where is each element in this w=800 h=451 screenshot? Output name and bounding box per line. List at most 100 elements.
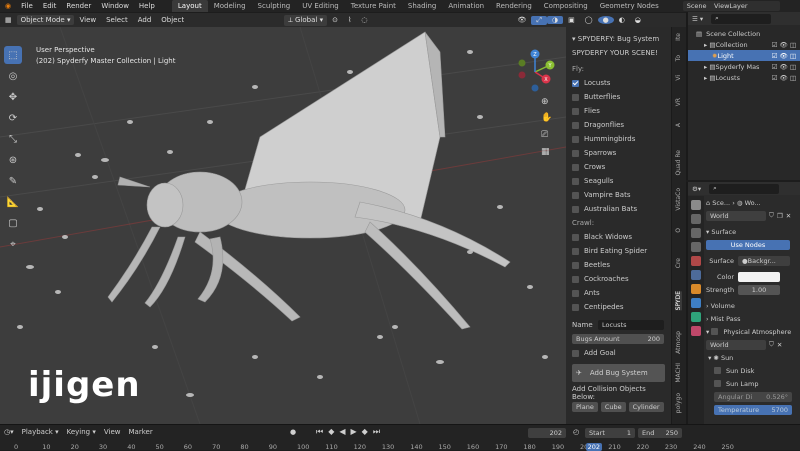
add-cube-icon[interactable]: ▢ [4, 214, 22, 232]
3d-viewport[interactable]: User Perspective (202) Spyderfy Master C… [0, 27, 566, 424]
surface-panel-header[interactable]: ▾ Surface [706, 225, 800, 238]
crawl-item[interactable]: Cockroaches [566, 272, 671, 286]
modifier-tab-icon[interactable] [691, 298, 701, 308]
outliner-row[interactable]: ▸ ▤ Spyderfy Mas ☑ 👁 ◫ [688, 61, 800, 72]
eyedropper-icon[interactable]: ⌖ [4, 235, 22, 253]
menu-add[interactable]: Add [133, 16, 157, 24]
shading-wireframe-icon[interactable]: ◯ [580, 16, 598, 24]
temperature-field[interactable]: Temperature 5700 [714, 404, 792, 415]
crawl-checkbox[interactable] [572, 303, 579, 311]
tool-tab-icon[interactable] [691, 200, 701, 210]
cursor-icon[interactable]: ◎ [4, 67, 22, 85]
fly-checkbox[interactable] [572, 177, 579, 185]
properties-type-icon[interactable]: ⚙▾ [692, 185, 701, 193]
fly-checkbox[interactable] [572, 205, 579, 213]
add-goal-row[interactable]: Add Goal [566, 346, 671, 360]
bugs-amount-field[interactable]: Bugs Amount 200 [572, 334, 664, 344]
timeline-editor-icon[interactable]: ◷▾ [4, 428, 14, 436]
sidebar-tab[interactable]: A [675, 123, 682, 127]
fly-item[interactable]: Flies [566, 104, 671, 118]
menu-select[interactable]: Select [101, 16, 133, 24]
visibility-toggles-icon[interactable]: ☑ 👁 ◫ [772, 63, 800, 71]
blender-logo-icon[interactable]: ◉ [0, 2, 16, 10]
fly-checkbox[interactable] [572, 191, 579, 199]
menu-window[interactable]: Window [96, 2, 134, 10]
gizmo-toggle-icon[interactable]: ⤢ [531, 15, 547, 25]
next-key-icon[interactable]: ◆ [362, 427, 368, 437]
add-goal-checkbox[interactable] [572, 349, 579, 357]
tab-texture-paint[interactable]: Texture Paint [345, 0, 402, 12]
outliner-row[interactable]: ✹ Light ☑ 👁 ◫ [688, 50, 800, 61]
menu-timeline-view[interactable]: View [104, 428, 121, 436]
surface-shader-field[interactable]: ● Backgr... [738, 255, 790, 266]
world-tab-icon[interactable] [691, 270, 701, 280]
sun-subpanel-header[interactable]: ▾ ✺ Sun [706, 351, 800, 364]
fly-item[interactable]: Crows [566, 160, 671, 174]
transform-icon[interactable]: ⊛ [4, 151, 22, 169]
sidebar-tab[interactable]: O [675, 228, 682, 233]
fly-item[interactable]: Seagulls [566, 174, 671, 188]
shading-material-icon[interactable]: ◐ [614, 16, 630, 24]
mist-pass-panel-header[interactable]: › Mist Pass [706, 312, 800, 325]
play-icon[interactable]: ▶ [351, 427, 357, 437]
jump-end-icon[interactable]: ⏭ [373, 427, 380, 437]
shield-icon[interactable]: ⛉ [769, 211, 774, 220]
duplicate-icon[interactable]: ❐ [777, 212, 783, 220]
menu-file[interactable]: File [16, 2, 38, 10]
crawl-item[interactable]: Ants [566, 286, 671, 300]
visibility-toggles-icon[interactable]: ☑ 👁 ◫ [772, 74, 800, 82]
sidebar-tab[interactable]: Cre [675, 258, 682, 268]
sidebar-tab[interactable]: Vi [675, 75, 682, 81]
fly-item[interactable]: Sparrows [566, 146, 671, 160]
record-icon[interactable]: ● [290, 428, 296, 436]
physics-tab-icon[interactable] [691, 312, 701, 322]
proportional-edit-icon[interactable]: ◌ [356, 16, 372, 24]
annotate-icon[interactable]: ✎ [4, 172, 22, 190]
fly-checkbox[interactable] [572, 135, 579, 143]
crawl-checkbox[interactable] [572, 247, 579, 255]
render-tab-icon[interactable] [691, 214, 701, 224]
snap-icon[interactable]: ⌇ [343, 16, 356, 24]
close-icon[interactable]: ✕ [777, 341, 782, 349]
tab-sculpting[interactable]: Sculpting [252, 0, 297, 12]
world-selector[interactable]: World [706, 210, 766, 221]
sidebar-tab[interactable]: polygo [675, 393, 682, 413]
object-mode-dropdown[interactable]: Object Mode ▾ [16, 15, 75, 25]
add-bug-system-button[interactable]: ✈ Add Bug System [572, 364, 665, 382]
scene-tab-icon[interactable] [691, 256, 701, 266]
fly-checkbox[interactable] [572, 121, 579, 129]
tab-geometry-nodes[interactable]: Geometry Nodes [594, 0, 665, 12]
fly-checkbox[interactable] [572, 107, 579, 115]
properties-search-input[interactable]: ⌕ [709, 183, 780, 194]
clock-icon[interactable]: ◴ [573, 428, 579, 436]
strength-field[interactable]: 1.00 [738, 284, 780, 295]
select-box-icon[interactable]: ⬚ [4, 46, 22, 64]
sidebar-tab[interactable]: MACHI [675, 363, 682, 383]
tab-layout[interactable]: Layout [171, 0, 208, 12]
start-frame-field[interactable]: Start 1 [585, 428, 635, 438]
collision-cylinder-button[interactable]: Cylinder [628, 402, 664, 412]
visibility-toggles-icon[interactable]: ☑ 👁 ◫ [772, 41, 800, 49]
angular-diameter-field[interactable]: Angular Di 0.526° [714, 391, 792, 402]
menu-help[interactable]: Help [134, 2, 160, 10]
tab-animation[interactable]: Animation [442, 0, 490, 12]
crawl-item[interactable]: Beetles [566, 258, 671, 272]
crawl-item[interactable]: Bird Eating Spider [566, 244, 671, 258]
sidebar-tab[interactable]: Quad Re [675, 150, 682, 176]
sun-disk-row[interactable]: Sun Disk [706, 364, 800, 377]
sidebar-tab[interactable]: Atmosp [675, 331, 682, 354]
measure-icon[interactable]: 📐 [4, 193, 22, 211]
tab-modeling[interactable]: Modeling [208, 0, 252, 12]
pivot-icon[interactable]: ⊙ [327, 16, 343, 24]
menu-marker[interactable]: Marker [129, 428, 153, 436]
fly-item[interactable]: Vampire Bats [566, 188, 671, 202]
physical-atmosphere-panel-header[interactable]: ▾ Physical Atmosphere [706, 325, 800, 338]
tab-rendering[interactable]: Rendering [490, 0, 538, 12]
tab-uv-editing[interactable]: UV Editing [296, 0, 345, 12]
material-tab-icon[interactable] [691, 326, 701, 336]
menu-edit[interactable]: Edit [38, 2, 62, 10]
panel-header[interactable]: ▾ SPYDERFY: Bug System [566, 32, 671, 46]
sidebar-tab[interactable]: VistaCo [675, 188, 682, 211]
tab-compositing[interactable]: Compositing [538, 0, 594, 12]
shading-solid-icon[interactable]: ● [597, 16, 614, 24]
